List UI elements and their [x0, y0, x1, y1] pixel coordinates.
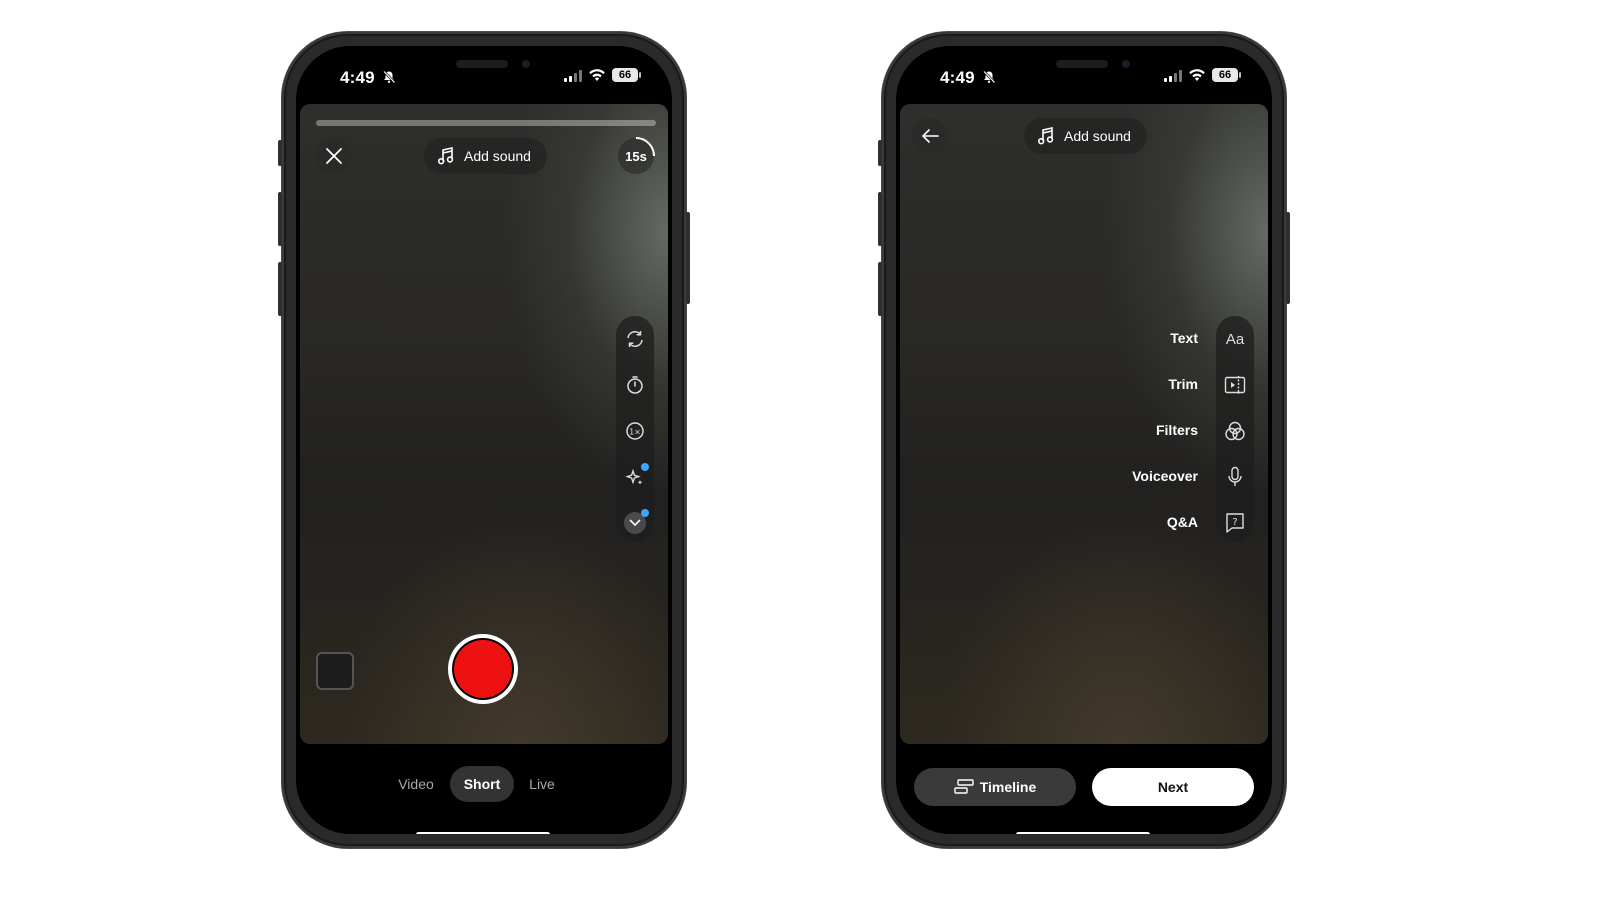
- home-indicator[interactable]: [416, 832, 550, 834]
- edit-tool-rail: Aa ?: [1216, 316, 1254, 542]
- volume-up-button: [278, 192, 282, 246]
- timer-icon: [627, 376, 643, 394]
- status-time: 4:49: [940, 68, 975, 87]
- trim-tool-label[interactable]: Trim: [1168, 376, 1198, 392]
- battery-indicator: 66: [612, 68, 641, 82]
- add-sound-button[interactable]: Add sound: [424, 138, 547, 174]
- mode-video-tab[interactable]: Video: [392, 766, 440, 802]
- speed-button[interactable]: 1×: [616, 412, 654, 450]
- wifi-icon: [1189, 69, 1205, 81]
- duration-ring-icon: [635, 137, 655, 157]
- duration-button[interactable]: 15s: [618, 137, 655, 174]
- mode-live-tab[interactable]: Live: [522, 766, 562, 802]
- next-label: Next: [1157, 779, 1189, 795]
- music-note-icon: [438, 147, 454, 165]
- timeline-label: Timeline: [979, 779, 1037, 795]
- svg-text:1×: 1×: [629, 428, 641, 437]
- signal-icon: [564, 70, 582, 82]
- text-aa-icon: Aa: [1225, 330, 1245, 348]
- text-tool-label[interactable]: Text: [1170, 330, 1198, 346]
- phone-edit-screen: 4:49 66 Add sound Text Trim Filters Voic…: [878, 32, 1290, 848]
- filters-tool-label[interactable]: Filters: [1156, 422, 1198, 438]
- text-tool-button[interactable]: Aa: [1216, 320, 1254, 358]
- close-icon: [326, 148, 342, 164]
- arrow-left-icon: [921, 129, 939, 143]
- back-button[interactable]: [912, 118, 948, 154]
- timeline-icon: [954, 779, 974, 794]
- power-button: [686, 212, 690, 304]
- speed-icon: 1×: [626, 422, 644, 440]
- volume-down-button: [878, 262, 882, 316]
- trim-tool-button[interactable]: [1216, 366, 1254, 404]
- timeline-button[interactable]: Timeline: [914, 768, 1076, 806]
- chevron-down-icon: [629, 519, 641, 527]
- flip-camera-icon: [627, 331, 643, 347]
- next-button[interactable]: Next: [1092, 768, 1254, 806]
- mute-switch: [278, 140, 282, 166]
- filters-tool-button[interactable]: [1216, 412, 1254, 450]
- speaker-grille: [1056, 60, 1108, 68]
- timer-button[interactable]: [616, 366, 654, 404]
- mode-short-tab[interactable]: Short: [450, 766, 514, 802]
- front-camera: [1122, 60, 1130, 68]
- silent-bell-icon: [383, 70, 396, 84]
- front-camera: [522, 60, 530, 68]
- wifi-icon: [589, 69, 605, 81]
- trim-icon: [1224, 376, 1246, 394]
- camera-tool-rail: 1×: [616, 316, 654, 542]
- svg-text:?: ?: [1232, 517, 1237, 528]
- home-indicator[interactable]: [1016, 832, 1150, 834]
- edit-tool-labels: Text Trim Filters Voiceover Q&A: [1080, 316, 1198, 542]
- recording-progress-bar: [316, 120, 656, 126]
- volume-down-button: [278, 262, 282, 316]
- mute-switch: [878, 140, 882, 166]
- close-button[interactable]: [316, 138, 352, 174]
- flip-camera-button[interactable]: [616, 320, 654, 358]
- status-time: 4:49: [340, 68, 375, 87]
- camera-viewfinder[interactable]: Add sound 15s 1×: [300, 104, 668, 744]
- add-sound-button[interactable]: Add sound: [1024, 118, 1147, 154]
- battery-indicator: 66: [1212, 68, 1241, 82]
- record-button-ring: [452, 638, 514, 700]
- mode-selector: Video Short Live: [296, 766, 672, 802]
- qa-tool-button[interactable]: ?: [1216, 504, 1254, 542]
- signal-icon: [1164, 70, 1182, 82]
- microphone-icon: [1228, 466, 1242, 486]
- voiceover-tool-button[interactable]: [1216, 458, 1254, 496]
- more-tools-button[interactable]: [616, 504, 654, 542]
- new-indicator-dot: [641, 463, 649, 471]
- edit-screen: 4:49 66 Add sound Text Trim Filters Voic…: [896, 46, 1272, 834]
- filters-icon: [1225, 421, 1245, 441]
- silent-bell-icon: [983, 70, 996, 84]
- record-button-core: [454, 640, 512, 698]
- music-note-icon: [1038, 127, 1054, 145]
- record-button[interactable]: [448, 634, 518, 704]
- add-sound-label: Add sound: [464, 148, 531, 164]
- video-preview[interactable]: Add sound Text Trim Filters Voiceover Q&…: [900, 104, 1268, 744]
- speaker-grille: [456, 60, 508, 68]
- effects-button[interactable]: [616, 458, 654, 496]
- add-sound-label: Add sound: [1064, 128, 1131, 144]
- phone-camera-screen: 4:49 66 Add sound 15s 1× Video Short Liv…: [278, 32, 690, 848]
- camera-screen: 4:49 66 Add sound 15s 1× Video Short Liv…: [296, 46, 672, 834]
- qa-tool-label[interactable]: Q&A: [1167, 514, 1198, 530]
- volume-up-button: [878, 192, 882, 246]
- new-indicator-dot: [641, 509, 649, 517]
- voiceover-tool-label[interactable]: Voiceover: [1132, 468, 1198, 484]
- qa-icon: ?: [1226, 513, 1244, 533]
- gallery-thumbnail-button[interactable]: [316, 652, 354, 690]
- power-button: [1286, 212, 1290, 304]
